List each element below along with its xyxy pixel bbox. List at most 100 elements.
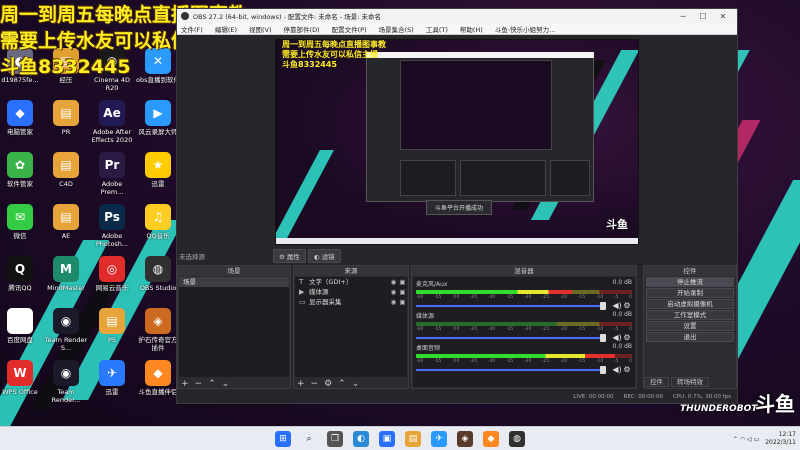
clock[interactable]: 12:17 2022/3/11 (765, 431, 796, 447)
desktop-icon[interactable]: ◉ Team Render S... (44, 308, 88, 352)
scene-up-button[interactable]: ⌃ (208, 379, 216, 389)
volume-icon[interactable]: ◁ (747, 436, 752, 443)
desktop-icon[interactable]: ▤ C4D (44, 152, 88, 188)
desktop-icon[interactable]: Pr Adobe Prem... (90, 152, 134, 196)
control-button[interactable]: 退出 (646, 332, 734, 342)
feishu-icon[interactable]: ✈ (431, 430, 447, 447)
menu-item[interactable]: 文件(F) (181, 24, 203, 34)
desktop-icon[interactable]: ★ 迅雷 (136, 152, 180, 188)
source-item[interactable]: ▭ 显示器采集 ◉ ▣ (295, 297, 407, 307)
volume-slider[interactable] (416, 333, 606, 342)
lock-icon[interactable]: ▣ (398, 277, 407, 287)
desktop-icon[interactable]: ▶ 风云录屏大师 (136, 100, 180, 136)
battery-icon[interactable]: ▭ (754, 436, 760, 443)
volume-knob[interactable] (600, 301, 606, 310)
dock-tab[interactable]: 控件 (644, 377, 669, 387)
scenes-list[interactable]: 场景 (179, 277, 289, 377)
obs-preview[interactable]: 周一到周五每晚点直播图事教 需要上传水友可以私信主播 斗鱼8332445 斗鱼平… (275, 39, 639, 245)
menu-item[interactable]: 视图(V) (249, 24, 272, 34)
obs-window[interactable]: OBS 27.2 (64-bit, windows) - 配置文件: 未命名 -… (176, 8, 738, 404)
volume-slider[interactable] (416, 365, 606, 374)
chevron-up-icon[interactable]: ⌃ (733, 436, 738, 443)
control-button[interactable]: 启动虚拟摄像机 (646, 299, 734, 309)
close-icon[interactable]: ✕ (713, 12, 733, 21)
desktop-icon[interactable]: ☁ 百度网盘 (0, 308, 42, 344)
obs-titlebar[interactable]: OBS 27.2 (64-bit, windows) - 配置文件: 未命名 -… (177, 9, 737, 23)
gear-icon[interactable]: ⚙ (622, 365, 632, 374)
desktop-icon[interactable]: ◆ 电脑管家 (0, 100, 42, 136)
speaker-icon[interactable]: ◀) (612, 365, 622, 374)
desktop-icon[interactable]: ▤ PS (90, 308, 134, 344)
scene-down-button[interactable]: ⌄ (222, 379, 230, 389)
desktop-icon[interactable]: Q 腾讯QQ (0, 256, 42, 292)
edge-icon[interactable]: ◐ (353, 430, 369, 447)
remove-source-button[interactable]: − (311, 379, 319, 389)
menu-item[interactable]: 编辑(E) (215, 24, 237, 34)
speaker-icon[interactable]: ◀) (612, 301, 622, 310)
app-icon: Ae (99, 100, 125, 126)
add-source-button[interactable]: + (297, 379, 305, 389)
menu-item[interactable]: 斗鱼-快乐小姐努力... (495, 24, 556, 34)
douyu-icon[interactable]: ◆ (483, 430, 499, 447)
source-up-button[interactable]: ⌃ (338, 379, 346, 389)
gear-icon[interactable]: ⚙ (622, 333, 632, 342)
add-scene-button[interactable]: + (181, 379, 189, 389)
control-button[interactable]: 开始录制 (646, 288, 734, 298)
desktop-icon[interactable]: ◉ Team Render... (44, 360, 88, 404)
menu-item[interactable]: 场景集合(S) (379, 24, 414, 34)
source-item[interactable]: ▶ 媒体源 ◉ ▣ (295, 287, 407, 297)
speaker-icon[interactable]: ◀) (612, 333, 622, 342)
minimize-icon[interactable]: ─ (673, 12, 693, 21)
gear-icon[interactable]: ⚙ (622, 301, 632, 310)
eye-icon[interactable]: ◉ (389, 287, 398, 297)
filters-button[interactable]: ◐ 滤镜 (307, 249, 341, 263)
task-view-icon[interactable]: ❐ (327, 430, 343, 447)
desktop-icon[interactable]: W WPS Office (0, 360, 42, 396)
desktop-icon[interactable]: ✉ 微信 (0, 204, 42, 240)
source-item[interactable]: T 文字（GDI+） ◉ ▣ (295, 277, 407, 287)
control-button[interactable]: 工作室模式 (646, 310, 734, 320)
eye-icon[interactable]: ◉ (389, 277, 398, 287)
game-icon[interactable]: ◈ (457, 430, 473, 447)
menu-item[interactable]: 配置文件(P) (332, 24, 367, 34)
properties-button[interactable]: ⚙ 属性 (273, 249, 306, 263)
start-icon[interactable]: ⊞ (275, 430, 291, 447)
desktop-icon[interactable]: M MindMaster (44, 256, 88, 292)
wifi-icon[interactable]: ◠ (740, 436, 745, 443)
control-button[interactable]: 设置 (646, 321, 734, 331)
volume-knob[interactable] (600, 365, 606, 374)
channel-name: 桌面音频 (416, 345, 441, 352)
store-icon[interactable]: ▣ (379, 430, 395, 447)
volume-knob[interactable] (600, 333, 606, 342)
control-button[interactable]: 停止推流 (646, 277, 734, 287)
eye-icon[interactable]: ◉ (389, 297, 398, 307)
lock-icon[interactable]: ▣ (398, 287, 407, 297)
desktop-icon[interactable]: Ps Adobe Photosh... (90, 204, 134, 248)
menu-item[interactable]: 帮助(H) (460, 24, 483, 34)
source-down-button[interactable]: ⌄ (352, 379, 360, 389)
volume-slider[interactable] (416, 301, 606, 310)
lock-icon[interactable]: ▣ (398, 297, 407, 307)
dock-tab[interactable]: 转场特效 (671, 377, 709, 387)
remove-scene-button[interactable]: − (195, 379, 203, 389)
desktop-icon[interactable]: ▤ PR (44, 100, 88, 136)
desktop-icon[interactable]: ◍ OBS Studio (136, 256, 180, 292)
search-icon[interactable]: ⌕ (301, 431, 317, 447)
desktop-icon[interactable]: ♫ QQ音乐 (136, 204, 180, 240)
obs-taskbar-icon[interactable]: ◍ (509, 430, 525, 447)
desktop-icon[interactable]: ◎ 网易云音乐 (90, 256, 134, 292)
desktop-icon[interactable]: ✕ obs直播到软件 (136, 48, 180, 84)
scene-item[interactable]: 场景 (179, 277, 289, 287)
menu-item[interactable]: 工具(T) (426, 24, 448, 34)
desktop-icon[interactable]: ✈ 迅雷 (90, 360, 134, 396)
sources-list[interactable]: T 文字（GDI+） ◉ ▣ ▶ 媒体源 ◉ ▣ ▭ 显示器采集 ◉ ▣ (295, 277, 407, 377)
desktop-icon[interactable]: ◈ 护石传奇官方插件 (136, 308, 180, 352)
folder-icon[interactable]: ▤ (405, 430, 421, 447)
desktop-icon[interactable]: Ae Adobe After Effects 2020 (90, 100, 134, 144)
desktop-icon[interactable]: ▤ AE (44, 204, 88, 240)
source-settings-button[interactable]: ⚙ (324, 379, 332, 389)
desktop-icon[interactable]: ◆ 斗鱼直播伴侣 (136, 360, 180, 396)
maximize-icon[interactable]: ☐ (693, 12, 713, 21)
desktop-icon[interactable]: ✿ 软件管家 (0, 152, 42, 188)
menu-item[interactable]: 停靠部件(D) (284, 24, 320, 34)
